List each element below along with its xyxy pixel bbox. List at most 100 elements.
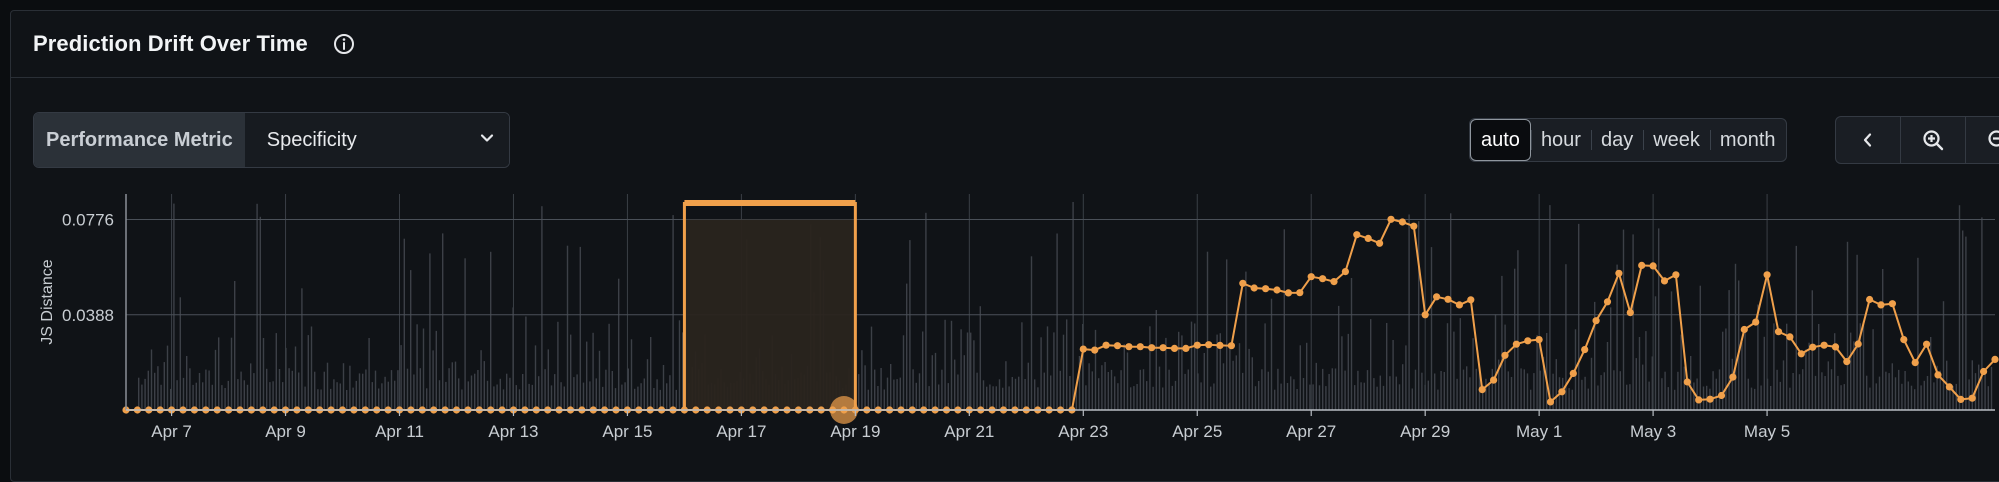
data-point[interactable]	[1296, 289, 1303, 296]
volume-bar	[589, 381, 590, 410]
data-point[interactable]	[1969, 395, 1976, 402]
volume-bar	[1101, 365, 1102, 410]
data-point[interactable]	[1536, 336, 1543, 343]
data-point[interactable]	[1729, 374, 1736, 381]
data-point[interactable]	[1239, 280, 1246, 287]
data-point[interactable]	[1433, 293, 1440, 300]
data-point[interactable]	[1604, 298, 1611, 305]
data-point[interactable]	[1877, 301, 1884, 308]
data-point[interactable]	[1627, 309, 1634, 316]
data-point[interactable]	[1855, 340, 1862, 347]
data-point[interactable]	[1501, 352, 1508, 359]
volume-bar	[324, 372, 325, 410]
data-point[interactable]	[1376, 240, 1383, 247]
data-point[interactable]	[1228, 342, 1235, 349]
volume-bar	[279, 369, 280, 410]
data-point[interactable]	[1957, 396, 1964, 403]
data-point[interactable]	[1342, 268, 1349, 275]
volume-bar	[1341, 336, 1342, 410]
volume-bar	[432, 350, 433, 410]
data-point[interactable]	[1547, 398, 1554, 405]
data-point[interactable]	[1843, 358, 1850, 365]
data-point[interactable]	[1160, 344, 1167, 351]
data-point[interactable]	[1764, 271, 1771, 278]
data-point[interactable]	[1251, 284, 1258, 291]
data-point[interactable]	[1399, 218, 1406, 225]
data-point[interactable]	[1581, 346, 1588, 353]
data-point[interactable]	[1934, 371, 1941, 378]
data-point[interactable]	[1103, 342, 1110, 349]
volume-bar	[1658, 228, 1659, 410]
data-point[interactable]	[1695, 396, 1702, 403]
volume-bar	[1648, 382, 1649, 410]
data-point[interactable]	[1707, 396, 1714, 403]
data-point[interactable]	[1365, 235, 1372, 242]
data-point[interactable]	[1524, 337, 1531, 344]
data-point[interactable]	[1182, 345, 1189, 352]
volume-bar	[970, 333, 971, 410]
data-point[interactable]	[1684, 378, 1691, 385]
drift-chart[interactable]: 0.03880.0776Apr 7Apr 9Apr 11Apr 13Apr 15…	[0, 0, 1999, 477]
data-point[interactable]	[1638, 262, 1645, 269]
data-point[interactable]	[1137, 343, 1144, 350]
data-point[interactable]	[1273, 286, 1280, 293]
data-point[interactable]	[1661, 277, 1668, 284]
volume-bar	[880, 368, 881, 410]
volume-bar	[1418, 221, 1419, 410]
data-point[interactable]	[1593, 317, 1600, 324]
data-point[interactable]	[1809, 344, 1816, 351]
data-point[interactable]	[1422, 311, 1429, 318]
data-point[interactable]	[1490, 377, 1497, 384]
volume-bar	[458, 378, 459, 410]
data-point[interactable]	[1786, 333, 1793, 340]
data-point[interactable]	[1387, 216, 1394, 223]
data-point[interactable]	[1775, 328, 1782, 335]
data-point[interactable]	[1798, 350, 1805, 357]
volume-bar	[1661, 378, 1662, 410]
data-point[interactable]	[1912, 359, 1919, 366]
data-point[interactable]	[1980, 368, 1987, 375]
data-point[interactable]	[1558, 388, 1565, 395]
data-point[interactable]	[1672, 271, 1679, 278]
data-point[interactable]	[1285, 289, 1292, 296]
volume-bar	[362, 374, 363, 410]
data-point[interactable]	[1513, 341, 1520, 348]
data-point[interactable]	[1456, 301, 1463, 308]
volume-bar	[1620, 371, 1621, 410]
data-point[interactable]	[1650, 262, 1657, 269]
selection-window[interactable]	[684, 202, 855, 410]
data-point[interactable]	[1308, 273, 1315, 280]
data-point[interactable]	[1467, 296, 1474, 303]
data-point[interactable]	[1114, 342, 1121, 349]
data-point[interactable]	[1741, 326, 1748, 333]
data-point[interactable]	[1923, 341, 1930, 348]
data-point[interactable]	[1330, 278, 1337, 285]
data-point[interactable]	[1570, 370, 1577, 377]
volume-bar	[1396, 377, 1397, 410]
data-point[interactable]	[1080, 346, 1087, 353]
data-point[interactable]	[1821, 342, 1828, 349]
data-point[interactable]	[1889, 300, 1896, 307]
data-point[interactable]	[1991, 356, 1998, 363]
data-point[interactable]	[1718, 392, 1725, 399]
data-point[interactable]	[1444, 296, 1451, 303]
data-point[interactable]	[1900, 336, 1907, 343]
data-point[interactable]	[1832, 343, 1839, 350]
data-point[interactable]	[1125, 343, 1132, 350]
data-point[interactable]	[1410, 223, 1417, 230]
data-point[interactable]	[1946, 383, 1953, 390]
data-point[interactable]	[1262, 285, 1269, 292]
data-point[interactable]	[1091, 347, 1098, 354]
data-point[interactable]	[1866, 296, 1873, 303]
data-point[interactable]	[1319, 275, 1326, 282]
data-point[interactable]	[1148, 344, 1155, 351]
data-point[interactable]	[1353, 231, 1360, 238]
data-point[interactable]	[1216, 342, 1223, 349]
data-point[interactable]	[1171, 345, 1178, 352]
data-point[interactable]	[1615, 270, 1622, 277]
data-point[interactable]	[1479, 386, 1486, 393]
data-point[interactable]	[1194, 342, 1201, 349]
data-point[interactable]	[1752, 319, 1759, 326]
data-point[interactable]	[1205, 341, 1212, 348]
volume-bar	[448, 368, 449, 410]
